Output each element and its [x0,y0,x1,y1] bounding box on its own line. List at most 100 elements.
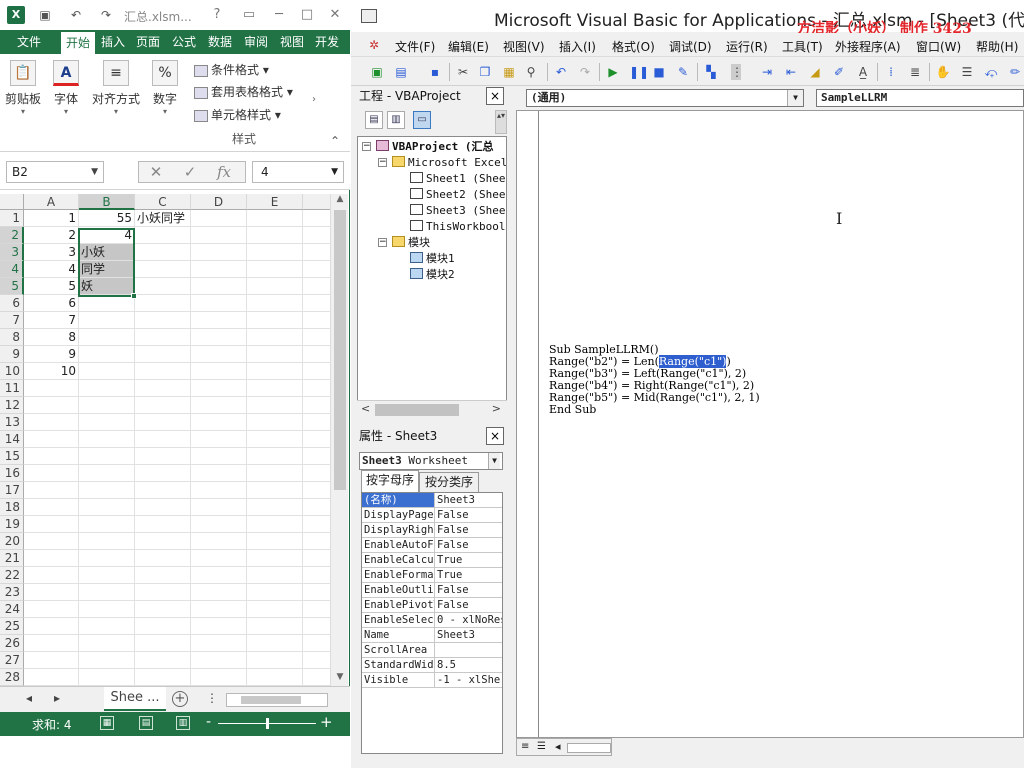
cell[interactable] [247,210,303,227]
row-header[interactable]: 8 [0,329,24,346]
row-header[interactable]: 22 [0,567,24,584]
cell[interactable] [247,397,303,414]
column-header-d[interactable]: D [191,194,247,210]
column-header-c[interactable]: C [135,194,191,210]
cell[interactable] [135,669,191,686]
cell[interactable] [79,652,135,669]
tree-expander-icon[interactable]: − [362,142,371,151]
tab-view[interactable]: 视图 [275,30,309,54]
cell[interactable] [247,550,303,567]
property-value[interactable]: False [436,583,502,597]
property-value[interactable]: True [436,553,502,567]
cell[interactable] [191,329,247,346]
tab-insert[interactable]: 插入 [97,30,129,54]
cell[interactable] [247,244,303,261]
insert-function-icon[interactable]: fx [207,162,241,182]
column-header-a[interactable]: A [24,194,79,210]
cell[interactable] [135,244,191,261]
property-value[interactable]: Sheet3 [436,628,502,642]
cell[interactable] [135,346,191,363]
cell[interactable] [79,601,135,618]
property-row[interactable]: ScrollArea [362,643,502,658]
cell[interactable] [24,499,79,516]
cell[interactable] [79,397,135,414]
cell[interactable] [247,652,303,669]
cell[interactable] [191,227,247,244]
scroll-up-icon[interactable]: ▲ [331,194,349,208]
close-icon[interactable]: ✕ [326,6,344,24]
normal-view-icon[interactable]: ▦ [100,716,114,730]
cell[interactable] [191,397,247,414]
menu-run[interactable]: 运行(R) [726,38,768,55]
cell[interactable]: 4 [24,261,79,278]
menu-file[interactable]: 文件(F) [395,38,435,55]
cell[interactable] [24,584,79,601]
cell[interactable] [303,261,330,278]
cell[interactable] [79,635,135,652]
redo-icon[interactable]: ↷ [98,7,114,23]
cell[interactable] [79,533,135,550]
cell[interactable] [247,448,303,465]
cell[interactable]: 8 [24,329,79,346]
zoom-in-button[interactable]: + [320,713,333,731]
sheet-tab[interactable]: Shee ... [104,687,166,711]
cell[interactable] [303,516,330,533]
cell[interactable]: 6 [24,295,79,312]
row-header[interactable]: 24 [0,601,24,618]
cell[interactable] [303,380,330,397]
cell[interactable] [24,635,79,652]
list-properties-icon[interactable]: ☰ [959,64,975,80]
project-tree[interactable]: − VBAProject (汇总 − Microsoft Excel Sheet1 (S… [357,136,507,418]
tree-node[interactable]: VBAProject (汇总 [376,139,493,155]
cell[interactable]: 7 [24,312,79,329]
tree-hscroll[interactable]: < > [357,400,507,418]
cell[interactable] [303,278,330,295]
cell-style-button[interactable]: 单元格样式 ▾ [194,105,281,125]
property-value[interactable]: 8.5 [436,658,502,672]
cell[interactable] [191,278,247,295]
menu-view[interactable]: 视图(V) [503,38,545,55]
cell[interactable] [79,346,135,363]
tree-node[interactable]: 模块2 [410,267,455,283]
insert-userform-icon[interactable]: ▤ [393,64,409,80]
cell[interactable] [247,635,303,652]
cell[interactable] [191,312,247,329]
ribbon-scroll-right-icon[interactable]: › [312,94,316,105]
cell[interactable] [247,601,303,618]
cell[interactable] [79,312,135,329]
cell[interactable] [247,669,303,686]
tab-developer[interactable]: 开发 [310,30,344,54]
menu-addins[interactable]: 外接程序(A) [835,38,901,55]
scroll-left-icon[interactable]: < [361,402,370,415]
cell[interactable] [247,227,303,244]
cell[interactable] [303,601,330,618]
cell[interactable] [303,550,330,567]
menu-help[interactable]: 帮助(H) [976,38,1018,55]
cell[interactable] [191,516,247,533]
menu-insert[interactable]: 插入(I) [559,38,596,55]
conditional-format-button[interactable]: 条件格式 ▾ [194,60,269,80]
cell[interactable] [247,584,303,601]
cell[interactable] [24,431,79,448]
cell[interactable] [79,465,135,482]
full-module-view-icon[interactable]: ☰ [537,741,546,752]
row-header[interactable]: 6 [0,295,24,312]
cell[interactable] [191,261,247,278]
name-box[interactable]: B2 ▼ [6,161,104,183]
row-header[interactable]: 19 [0,516,24,533]
alignment-button[interactable]: ≡ 对齐方式 ▾ [90,60,142,116]
cell[interactable] [303,227,330,244]
menu-edit[interactable]: 编辑(E) [448,38,489,55]
add-sheet-icon[interactable]: + [172,691,188,707]
clipboard-button[interactable]: 📋 剪贴板 ▾ [0,60,46,116]
minimize-icon[interactable]: ─ [270,6,288,24]
cell[interactable] [135,601,191,618]
row-header[interactable]: 2 [0,227,24,244]
indent-icon[interactable]: ⇥ [759,64,775,80]
cell[interactable] [79,499,135,516]
hand-icon[interactable]: ✋ [935,64,951,80]
cell[interactable] [247,295,303,312]
undo-icon[interactable]: ↶ [553,64,569,80]
code-line[interactable]: End Sub [549,404,596,416]
font-button[interactable]: A 字体 ▾ [43,60,89,116]
